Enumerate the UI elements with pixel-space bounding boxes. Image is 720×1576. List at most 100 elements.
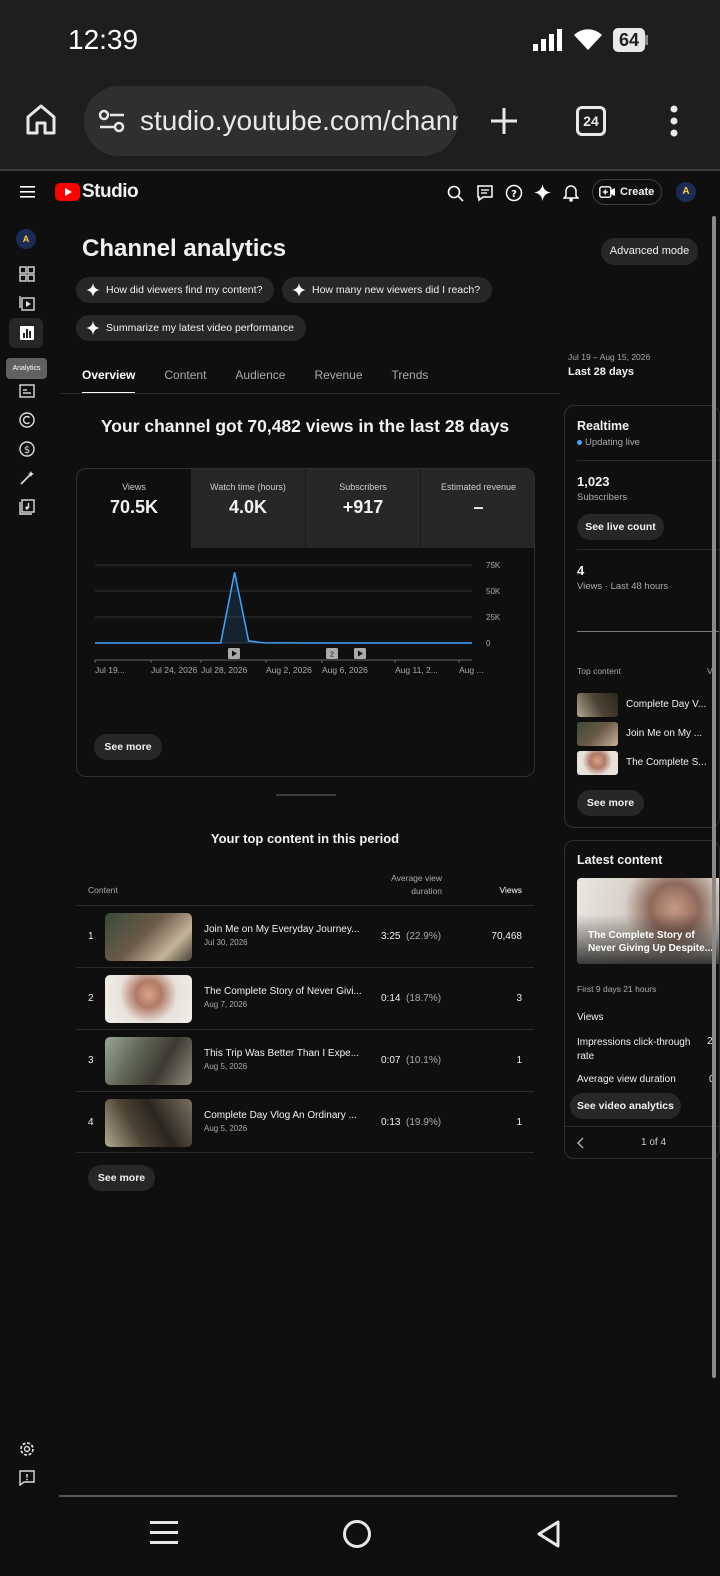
help-icon[interactable]: ? bbox=[505, 184, 523, 202]
avg-view-duration: 3:25 (22.9%) bbox=[381, 931, 441, 942]
row-rank: 3 bbox=[88, 1055, 94, 1066]
video-thumbnail bbox=[577, 693, 618, 717]
advanced-mode-button[interactable]: Advanced mode bbox=[601, 238, 698, 265]
site-settings-icon[interactable] bbox=[98, 108, 126, 134]
studio-logo[interactable]: Studio bbox=[82, 181, 139, 203]
list-item[interactable]: Complete Day V... bbox=[577, 693, 719, 717]
new-tab-icon[interactable] bbox=[488, 105, 520, 137]
chip-new-viewers[interactable]: How many new viewers did I reach? bbox=[282, 277, 493, 303]
chip-viewers-find[interactable]: How did viewers find my content? bbox=[76, 277, 275, 303]
video-title[interactable]: Complete Day Vlog An Ordinary ... bbox=[204, 1110, 364, 1121]
settings-icon[interactable] bbox=[17, 1439, 37, 1459]
see-video-analytics-button[interactable]: See video analytics bbox=[570, 1093, 681, 1119]
earn-icon[interactable]: $ bbox=[17, 439, 37, 459]
youtube-logo-icon[interactable] bbox=[55, 183, 80, 201]
video-marker[interactable] bbox=[354, 648, 366, 659]
dashboard-icon[interactable] bbox=[17, 264, 37, 284]
recent-apps-icon[interactable] bbox=[150, 1520, 178, 1546]
video-views: 70,468 bbox=[491, 931, 522, 942]
battery-nub bbox=[645, 35, 648, 45]
x-tick-label: Jul 19... bbox=[95, 665, 125, 675]
realtime-see-more-button[interactable]: See more bbox=[577, 790, 644, 816]
y-tick-label: 25K bbox=[486, 613, 501, 622]
table-row[interactable]: 2 The Complete Story of Never Givi... Au… bbox=[76, 967, 534, 1029]
metric-label: Subscribers bbox=[339, 482, 387, 492]
tab-revenue[interactable]: Revenue bbox=[314, 368, 362, 394]
tab-trends[interactable]: Trends bbox=[392, 368, 429, 394]
page-scrollbar[interactable] bbox=[712, 216, 716, 1378]
analytics-icon[interactable] bbox=[17, 323, 37, 343]
send-feedback-icon[interactable] bbox=[17, 1468, 37, 1488]
table-row[interactable]: 3 This Trip Was Better Than I Expe... Au… bbox=[76, 1029, 534, 1091]
video-title[interactable]: This Trip Was Better Than I Expe... bbox=[204, 1048, 364, 1059]
table-row[interactable]: 4 Complete Day Vlog An Ordinary ... Aug … bbox=[76, 1091, 534, 1153]
video-marker-group[interactable]: 2 bbox=[326, 648, 338, 659]
home-button-icon[interactable] bbox=[342, 1519, 372, 1549]
list-item[interactable]: Join Me on My ... bbox=[577, 722, 719, 746]
video-marker[interactable] bbox=[228, 648, 240, 659]
video-thumbnail[interactable] bbox=[105, 1037, 192, 1085]
metric-revenue[interactable]: Estimated revenue – bbox=[421, 469, 534, 548]
metric-watch-time[interactable]: Watch time (hours) 4.0K bbox=[191, 469, 306, 548]
see-live-count-button[interactable]: See live count bbox=[577, 514, 664, 540]
latest-content-panel: Latest content The Complete Story of Nev… bbox=[564, 840, 720, 1159]
copyright-icon[interactable] bbox=[17, 410, 37, 430]
video-title[interactable]: Join Me on My Everyday Journey... bbox=[204, 924, 364, 935]
tab-switcher-button[interactable]: 24 bbox=[576, 106, 606, 136]
subtitles-icon[interactable] bbox=[17, 381, 37, 401]
battery-level: 64 bbox=[612, 28, 645, 52]
chart-see-more-button[interactable]: See more bbox=[94, 734, 162, 760]
url-bar[interactable]: studio.youtube.com/channel bbox=[84, 86, 458, 156]
tab-audience[interactable]: Audience bbox=[235, 368, 285, 394]
create-video-icon bbox=[599, 186, 615, 198]
series-line[interactable] bbox=[95, 572, 472, 644]
table-end-divider bbox=[76, 1152, 534, 1153]
more-menu-icon[interactable] bbox=[668, 104, 680, 138]
column-content: Content bbox=[88, 885, 118, 895]
search-icon[interactable] bbox=[447, 185, 464, 202]
tab-content[interactable]: Content bbox=[164, 368, 206, 394]
stat-label: Views bbox=[577, 1012, 604, 1023]
section-divider bbox=[276, 794, 336, 796]
avg-view-duration: 0:07 (10.1%) bbox=[381, 1055, 441, 1066]
back-icon[interactable] bbox=[535, 1519, 561, 1549]
metric-subscribers[interactable]: Subscribers +917 bbox=[306, 469, 421, 548]
video-thumbnail[interactable] bbox=[105, 913, 192, 961]
ai-sparkle-icon[interactable] bbox=[534, 184, 551, 201]
top-content-see-more-button[interactable]: See more bbox=[88, 1165, 155, 1191]
customization-icon[interactable] bbox=[17, 468, 37, 488]
duration-percent: (18.7%) bbox=[406, 993, 442, 1004]
duration-value: 3:25 bbox=[381, 931, 401, 942]
hamburger-menu-icon[interactable] bbox=[20, 186, 35, 198]
video-thumbnail bbox=[577, 751, 618, 775]
list-item[interactable]: The Complete S... bbox=[577, 751, 719, 775]
home-icon[interactable] bbox=[24, 102, 58, 136]
video-thumbnail[interactable] bbox=[105, 1099, 192, 1147]
date-range-picker[interactable]: Jul 19 – Aug 15, 2026 Last 28 days bbox=[568, 352, 650, 378]
live-dot bbox=[577, 439, 582, 445]
content-icon[interactable] bbox=[17, 293, 37, 313]
metric-views[interactable]: Views 70.5K bbox=[77, 469, 191, 548]
metric-label: Views bbox=[122, 482, 146, 492]
sparkle-icon bbox=[86, 283, 100, 297]
chevron-left-icon[interactable] bbox=[576, 1137, 584, 1149]
views-chart[interactable]: 75K 50K 25K 0 Jul 19... Jul 24, 2026 Jul 28, … bbox=[77, 561, 535, 711]
latest-video-thumbnail[interactable]: The Complete Story of Never Giving Up De… bbox=[577, 878, 719, 964]
y-tick-label: 50K bbox=[486, 587, 501, 596]
video-thumbnail[interactable] bbox=[105, 975, 192, 1023]
chip-summarize[interactable]: Summarize my latest video performance bbox=[76, 315, 306, 341]
channel-avatar[interactable]: A bbox=[16, 229, 36, 249]
notifications-icon[interactable] bbox=[563, 183, 579, 202]
account-avatar[interactable]: A bbox=[676, 182, 696, 202]
feedback-icon[interactable] bbox=[476, 184, 494, 202]
overview-card: Views 70.5K Watch time (hours) 4.0K Subs… bbox=[76, 468, 535, 777]
panel-divider bbox=[565, 1126, 719, 1127]
realtime-status-text: Updating live bbox=[585, 437, 640, 448]
create-button[interactable]: Create bbox=[592, 179, 662, 205]
audio-library-icon[interactable] bbox=[17, 497, 37, 517]
metric-value: 4.0K bbox=[228, 497, 268, 517]
tab-overview[interactable]: Overview bbox=[82, 368, 136, 394]
signal-icon bbox=[532, 29, 562, 51]
table-row[interactable]: 1 Join Me on My Everyday Journey... Jul … bbox=[76, 905, 534, 967]
video-title[interactable]: The Complete Story of Never Givi... bbox=[204, 986, 364, 997]
